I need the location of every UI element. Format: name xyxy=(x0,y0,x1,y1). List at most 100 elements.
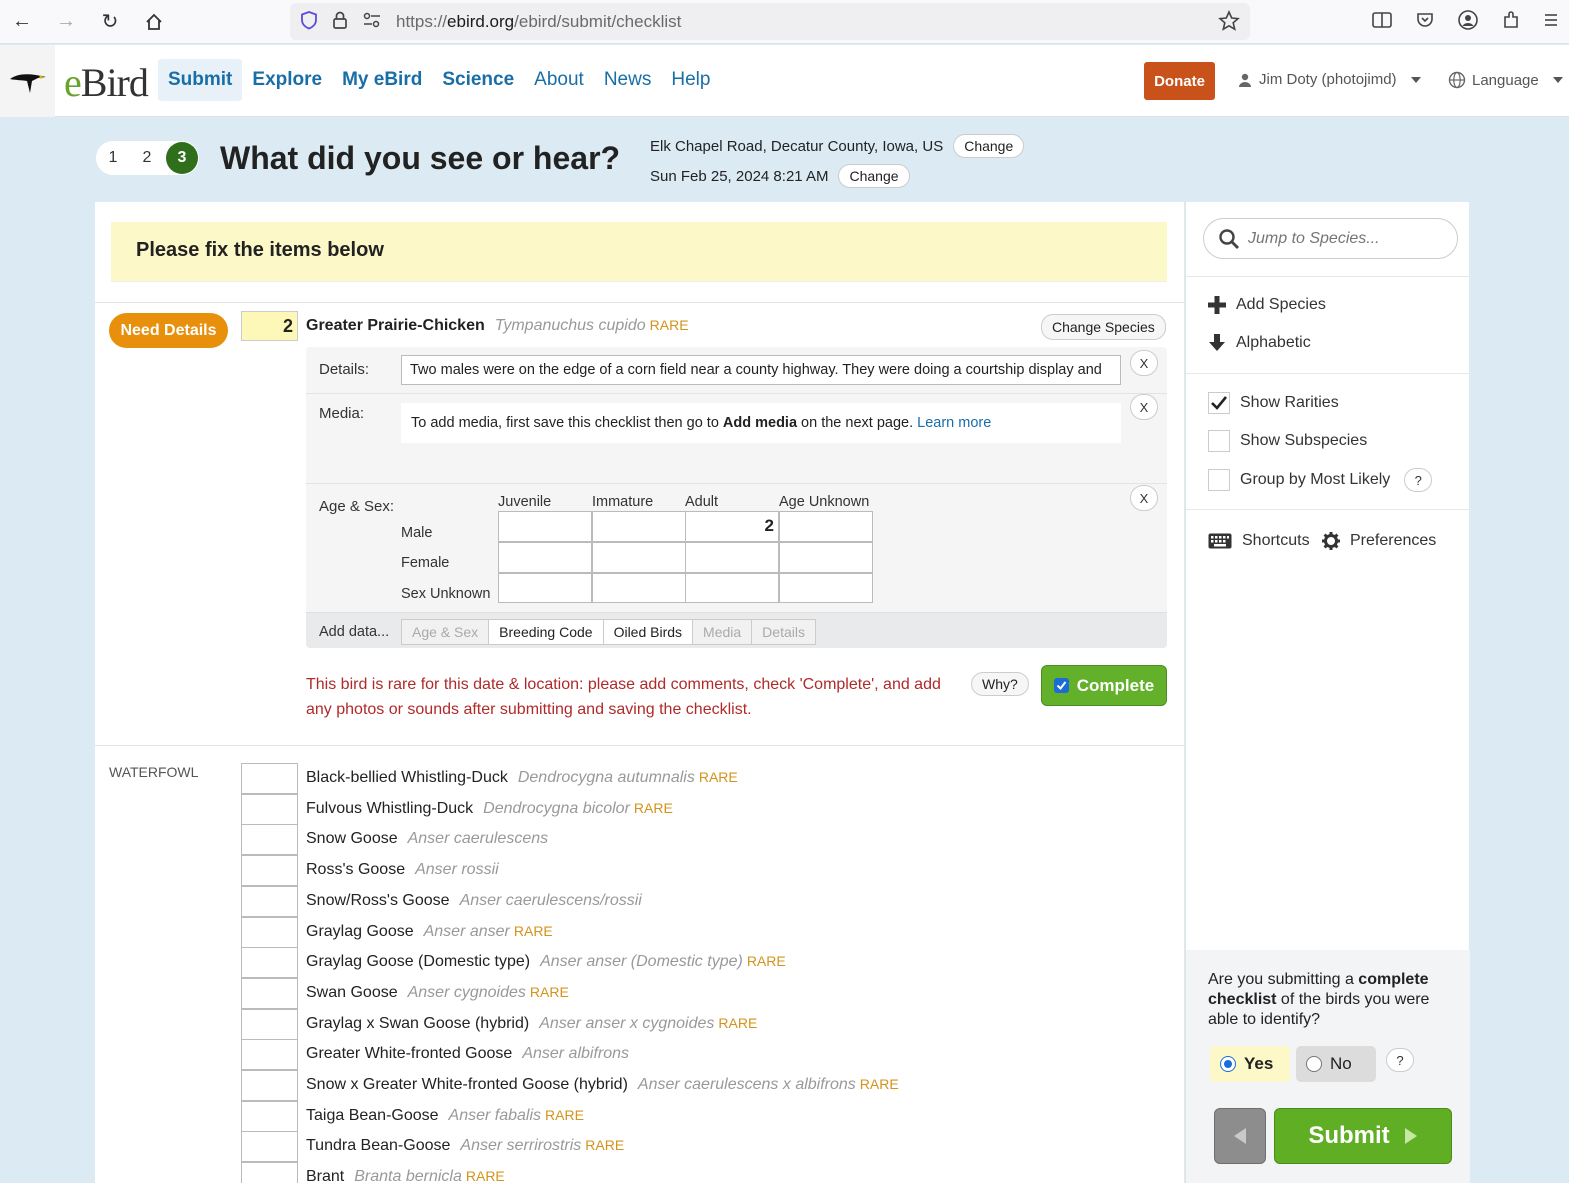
species-count-input[interactable] xyxy=(241,1008,298,1040)
species-count-input[interactable] xyxy=(241,793,298,825)
complete-checkbox-button[interactable]: Complete xyxy=(1041,665,1167,706)
age-sex-cell[interactable] xyxy=(779,573,873,603)
change-location-button[interactable]: Change xyxy=(953,134,1025,158)
species-count-input[interactable] xyxy=(241,1039,298,1071)
date-line: Sun Feb 25, 2024 8:21 AM Change xyxy=(650,164,910,188)
gear-icon xyxy=(1322,532,1340,550)
complete-no-radio[interactable]: No xyxy=(1296,1046,1376,1082)
species-name: Swan Goose Anser cygnoides RARE xyxy=(306,984,569,1002)
donate-button[interactable]: Donate xyxy=(1144,62,1215,100)
nav-help[interactable]: Help xyxy=(661,59,720,101)
pocket-icon[interactable] xyxy=(1415,10,1435,34)
jump-to-species-search[interactable] xyxy=(1203,218,1458,259)
species-row: Snow x Greater White-fronted Goose (hybr… xyxy=(241,1070,1141,1101)
nav-science[interactable]: Science xyxy=(432,59,524,101)
tab-breeding-code[interactable]: Breeding Code xyxy=(488,619,604,645)
shortcuts-button[interactable]: Shortcuts xyxy=(1208,532,1310,550)
tab-media[interactable]: Media xyxy=(692,619,753,645)
shield-icon[interactable] xyxy=(300,10,318,34)
help-button[interactable]: ? xyxy=(1404,468,1433,492)
reader-view-icon[interactable] xyxy=(1371,11,1393,33)
rare-tag: RARE xyxy=(698,769,738,785)
back-arrow-icon[interactable]: ← xyxy=(0,0,44,44)
help-button[interactable]: ? xyxy=(1386,1048,1414,1072)
flagged-count-input[interactable]: 2 xyxy=(241,311,298,341)
species-count-input[interactable] xyxy=(241,1162,298,1183)
alphabetic-sort-button[interactable]: Alphabetic xyxy=(1208,334,1311,352)
species-name: Greater White-fronted Goose Anser albifro… xyxy=(306,1045,629,1063)
lock-icon[interactable] xyxy=(332,10,348,34)
species-count-input[interactable] xyxy=(241,1100,298,1132)
step-2[interactable]: 2 xyxy=(130,149,164,167)
show-subspecies-toggle[interactable]: Show Subspecies xyxy=(1208,430,1367,452)
species-count-input[interactable] xyxy=(241,885,298,917)
species-row: Black-bellied Whistling-Duck Dendrocygna … xyxy=(241,763,1141,794)
submit-button[interactable]: Submit xyxy=(1274,1108,1452,1164)
nav-explore[interactable]: Explore xyxy=(242,59,332,101)
media-label: Media: xyxy=(319,405,365,422)
home-icon[interactable] xyxy=(132,0,176,44)
species-count-input[interactable] xyxy=(241,763,298,794)
species-common-name: Swan Goose xyxy=(306,983,398,1001)
species-name: Snow/Ross's Goose Anser caerulescens/ross… xyxy=(306,892,642,910)
species-count-input[interactable] xyxy=(241,977,298,1009)
jump-to-species-input[interactable] xyxy=(1248,229,1448,248)
learn-more-link[interactable]: Learn more xyxy=(917,415,991,431)
species-count-input[interactable] xyxy=(241,916,298,948)
remove-media-button[interactable]: X xyxy=(1130,394,1158,420)
change-species-button[interactable]: Change Species xyxy=(1041,314,1166,340)
tab-oiled-birds[interactable]: Oiled Birds xyxy=(602,619,694,645)
language-menu[interactable]: Language xyxy=(1448,71,1563,89)
cornell-bird-logo-icon[interactable] xyxy=(0,45,55,117)
forward-arrow-icon[interactable]: → xyxy=(44,0,88,44)
age-sex-cell[interactable] xyxy=(779,511,873,542)
step-1[interactable]: 1 xyxy=(96,149,130,167)
species-scientific-name: Anser anser (Domestic type) xyxy=(540,953,743,971)
species-count-input[interactable] xyxy=(241,855,298,887)
nav-about[interactable]: About xyxy=(524,59,594,101)
remove-age-sex-button[interactable]: X xyxy=(1130,485,1158,511)
complete-yes-radio[interactable]: Yes xyxy=(1210,1046,1290,1082)
age-sex-cell-male-adult[interactable]: 2 xyxy=(685,511,779,542)
age-sex-cell[interactable] xyxy=(592,542,686,573)
details-textarea[interactable]: Two males were on the edge of a corn fie… xyxy=(401,355,1121,385)
preferences-button[interactable]: Preferences xyxy=(1322,532,1436,550)
tab-details[interactable]: Details xyxy=(751,619,816,645)
species-count-input[interactable] xyxy=(241,1070,298,1101)
tab-age-sex[interactable]: Age & Sex xyxy=(401,619,490,645)
change-date-button[interactable]: Change xyxy=(838,164,910,188)
age-sex-cell[interactable] xyxy=(498,573,592,603)
account-icon[interactable] xyxy=(1457,9,1479,35)
age-sex-cell[interactable] xyxy=(592,511,686,542)
remove-details-button[interactable]: X xyxy=(1130,350,1158,376)
back-button[interactable] xyxy=(1214,1108,1266,1164)
add-species-button[interactable]: Add Species xyxy=(1208,296,1326,314)
age-sex-cell[interactable] xyxy=(498,542,592,573)
age-sex-cell[interactable] xyxy=(685,542,779,573)
species-name: Taiga Bean-Goose Anser fabalis RARE xyxy=(306,1107,584,1125)
address-bar[interactable]: https://ebird.org/ebird/submit/checklist xyxy=(290,3,1250,40)
permissions-icon[interactable] xyxy=(362,12,382,32)
age-sex-cell[interactable] xyxy=(685,573,779,603)
species-count-input[interactable] xyxy=(241,947,298,979)
extensions-icon[interactable] xyxy=(1501,10,1521,34)
reload-icon[interactable]: ↻ xyxy=(88,0,132,44)
species-count-input[interactable] xyxy=(241,824,298,856)
menu-icon[interactable] xyxy=(1543,12,1559,32)
nav-my-ebird[interactable]: My eBird xyxy=(332,59,432,101)
show-rarities-toggle[interactable]: Show Rarities xyxy=(1208,392,1339,414)
ebird-logo[interactable]: eBird xyxy=(64,59,149,106)
age-sex-cell[interactable] xyxy=(592,573,686,603)
nav-submit[interactable]: Submit xyxy=(158,59,243,101)
user-menu[interactable]: Jim Doty (photojimd) xyxy=(1237,71,1421,88)
age-sex-cell[interactable] xyxy=(779,542,873,573)
nav-news[interactable]: News xyxy=(594,59,662,101)
group-by-likely-toggle[interactable]: Group by Most Likely ? xyxy=(1208,468,1433,492)
bookmark-star-icon[interactable] xyxy=(1218,10,1240,36)
url-text: https://ebird.org/ebird/submit/checklist xyxy=(396,11,682,31)
age-sex-cell[interactable] xyxy=(498,511,592,542)
species-count-input[interactable] xyxy=(241,1131,298,1163)
why-button[interactable]: Why? xyxy=(971,672,1029,696)
species-common-name: Graylag x Swan Goose (hybrid) xyxy=(306,1014,530,1032)
species-row: Graylag Goose Anser anser RARE xyxy=(241,916,1141,948)
